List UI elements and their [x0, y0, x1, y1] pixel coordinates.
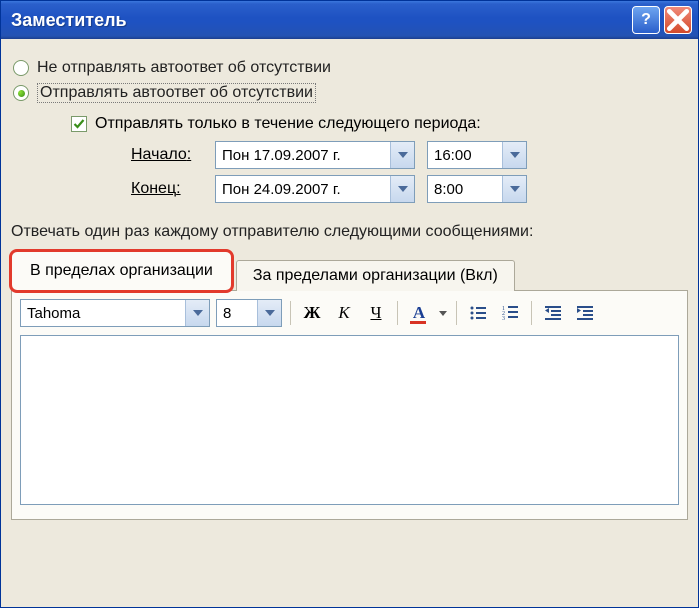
start-date-value: Пон 17.09.2007 г.: [216, 147, 390, 164]
chevron-down-icon[interactable]: [502, 142, 526, 168]
font-value: Tahoma: [21, 305, 185, 322]
message-editor[interactable]: [20, 335, 679, 505]
checkbox-period-icon[interactable]: [71, 116, 87, 132]
chevron-down-icon[interactable]: [257, 300, 281, 326]
help-button[interactable]: ?: [632, 6, 660, 34]
tabs: В пределах организации За пределами орга…: [11, 249, 688, 291]
end-date-combo[interactable]: Пон 24.09.2007 г.: [215, 175, 415, 203]
chevron-down-icon[interactable]: [390, 176, 414, 202]
radio-dont-send-icon[interactable]: [13, 60, 29, 76]
close-button[interactable]: [664, 6, 692, 34]
format-toolbar: Tahoma 8 Ж К Ч A: [12, 291, 687, 335]
chevron-down-icon[interactable]: [185, 300, 209, 326]
window-title: Заместитель: [7, 10, 632, 31]
radio-send-label: Отправлять автоответ об отсутствии: [37, 83, 316, 103]
underline-button[interactable]: Ч: [363, 300, 389, 326]
tab-outside-org[interactable]: За пределами организации (Вкл): [236, 260, 515, 291]
end-time-combo[interactable]: 8:00: [427, 175, 527, 203]
font-color-dropdown[interactable]: [438, 311, 448, 316]
tab-inside-org[interactable]: В пределах организации: [9, 249, 234, 293]
end-row: Конец Пон 24.09.2007 г. 8:00: [131, 175, 688, 203]
chevron-down-icon[interactable]: [390, 142, 414, 168]
font-color-glyph: A: [413, 303, 425, 323]
radio-send[interactable]: Отправлять автоответ об отсутствии: [13, 83, 688, 103]
start-time-combo[interactable]: 16:00: [427, 141, 527, 169]
start-time-value: 16:00: [428, 147, 502, 164]
font-color-button[interactable]: A: [406, 300, 432, 326]
end-date-value: Пон 24.09.2007 г.: [216, 181, 390, 198]
radio-dont-send-label: Не отправлять автоответ об отсутствии: [37, 59, 331, 77]
checkbox-period[interactable]: Отправлять только в течение следующего п…: [71, 115, 688, 133]
checkbox-period-label: Отправлять только в течение следующего п…: [95, 115, 481, 133]
chevron-down-icon[interactable]: [502, 176, 526, 202]
bold-button[interactable]: Ж: [299, 300, 325, 326]
tab-outside-label: За пределами организации (Вкл): [253, 267, 498, 284]
content: Не отправлять автоответ об отсутствии От…: [1, 39, 698, 607]
outdent-icon: [544, 304, 562, 322]
bullet-list-icon: [469, 304, 487, 322]
radio-send-icon[interactable]: [13, 85, 29, 101]
size-value: 8: [217, 305, 257, 322]
separator: [531, 301, 532, 325]
titlebar: Заместитель ?: [1, 1, 698, 39]
titlebar-buttons: ?: [632, 6, 692, 34]
start-label: Начало: [131, 146, 203, 164]
tab-panel: Tahoma 8 Ж К Ч A: [11, 290, 688, 520]
indent-icon: [576, 304, 594, 322]
indent-button[interactable]: [572, 300, 598, 326]
end-time-value: 8:00: [428, 181, 502, 198]
instruction-text: Отвечать один раз каждому отправителю сл…: [11, 223, 688, 241]
radio-dont-send[interactable]: Не отправлять автоответ об отсутствии: [13, 59, 688, 77]
tab-inside-label: В пределах организации: [30, 262, 213, 279]
numbered-list-button[interactable]: 1 2 3: [497, 300, 523, 326]
end-label: Конец: [131, 180, 203, 198]
start-row: Начало Пон 17.09.2007 г. 16:00: [131, 141, 688, 169]
italic-button[interactable]: К: [331, 300, 357, 326]
font-combo[interactable]: Tahoma: [20, 299, 210, 327]
numbered-list-icon: 1 2 3: [501, 304, 519, 322]
size-combo[interactable]: 8: [216, 299, 282, 327]
window: Заместитель ? Не отправлять автоответ об…: [0, 0, 699, 608]
bullet-list-button[interactable]: [465, 300, 491, 326]
start-date-combo[interactable]: Пон 17.09.2007 г.: [215, 141, 415, 169]
font-color-bar-icon: [410, 321, 426, 324]
separator: [456, 301, 457, 325]
separator: [397, 301, 398, 325]
separator: [290, 301, 291, 325]
outdent-button[interactable]: [540, 300, 566, 326]
svg-text:3: 3: [502, 316, 505, 322]
